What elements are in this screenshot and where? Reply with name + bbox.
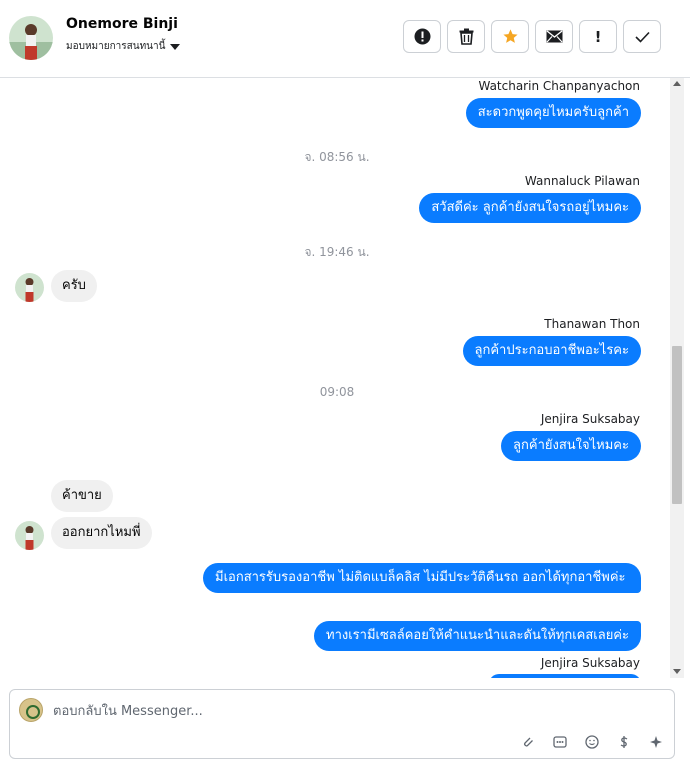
attachment-icon[interactable] <box>520 734 536 750</box>
reply-composer <box>9 689 675 759</box>
incoming-message[interactable]: ออกยากไหมพี่ <box>51 517 152 549</box>
timestamp: จ. 19:46 น. <box>304 245 370 259</box>
conversation-header: Onemore Binji มอบหมายการสนทนานี้ ! <box>0 0 690 78</box>
outgoing-message[interactable]: ลูกค้าประกอบอาชีพอะไรคะ <box>462 336 641 366</box>
outgoing-message-partial[interactable] <box>489 674 641 678</box>
mark-done-button[interactable] <box>623 20 661 53</box>
message-thread[interactable]: Watcharin Chanpanyachon สะดวกพูดคุยไหมคร… <box>0 78 690 678</box>
outgoing-message[interactable]: มีเอกสารรับรองอาชีพ ไม่ติดแบล็คลิส ไม่มี… <box>203 563 641 593</box>
customer-name[interactable]: Onemore Binji <box>66 16 178 32</box>
exclamation-icon: ! <box>594 27 602 46</box>
check-icon <box>634 31 650 43</box>
scroll-up-arrow-icon[interactable] <box>673 81 681 86</box>
chat-scrollbar[interactable] <box>670 78 684 678</box>
alert-circle-icon <box>414 28 430 45</box>
composer-tools <box>520 734 664 750</box>
customer-avatar-small[interactable] <box>15 273 44 302</box>
conversation-actions: ! <box>403 20 661 53</box>
assign-label: มอบหมายการสนทนานี้ <box>66 41 166 52</box>
page-logo <box>19 698 43 722</box>
payment-icon[interactable] <box>616 734 632 750</box>
saved-replies-icon[interactable] <box>552 734 568 750</box>
sender-name: Jenjira Suksabay <box>540 412 640 426</box>
outgoing-message[interactable]: ทางเรามีเซลล์คอยให้คำแนะนำและดันให้ทุกเค… <box>314 621 641 651</box>
incoming-message[interactable]: ค้าขาย <box>51 480 113 512</box>
outgoing-message[interactable]: ลูกค้ายังสนใจไหมคะ <box>501 431 641 461</box>
scroll-down-arrow-icon[interactable] <box>673 669 681 674</box>
sender-name: Jenjira Suksabay <box>540 656 640 670</box>
scrollbar-thumb[interactable] <box>672 346 682 504</box>
mail-icon <box>546 30 562 43</box>
incoming-message[interactable]: ครับ <box>51 270 97 302</box>
sparkle-icon[interactable] <box>648 734 664 750</box>
delete-button[interactable] <box>447 20 485 53</box>
star-icon <box>502 29 518 43</box>
mark-unread-button[interactable] <box>535 20 573 53</box>
trash-icon <box>459 28 473 45</box>
emoji-icon[interactable] <box>584 734 600 750</box>
outgoing-message[interactable]: สวัสดีค่ะ ลูกค้ายังสนใจรถอยู่ไหมคะ <box>419 193 641 223</box>
sender-name: Wannaluck Pilawan <box>524 174 640 188</box>
customer-avatar[interactable] <box>9 16 53 60</box>
timestamp: จ. 08:56 น. <box>304 150 370 164</box>
reply-input[interactable] <box>53 701 613 721</box>
assign-conversation-dropdown[interactable]: มอบหมายการสนทนานี้ <box>66 39 181 54</box>
follow-up-button[interactable]: ! <box>579 20 617 53</box>
customer-avatar-small[interactable] <box>15 521 44 550</box>
report-spam-button[interactable] <box>403 20 441 53</box>
outgoing-message[interactable]: สะดวกพูดคุยไหมครับลูกค้า <box>465 98 641 128</box>
caret-down-icon <box>170 43 181 50</box>
sender-name: Watcharin Chanpanyachon <box>478 79 640 93</box>
sender-name: Thanawan Thon <box>544 317 640 331</box>
timestamp: 09:08 <box>319 385 355 399</box>
star-button[interactable] <box>491 20 529 53</box>
